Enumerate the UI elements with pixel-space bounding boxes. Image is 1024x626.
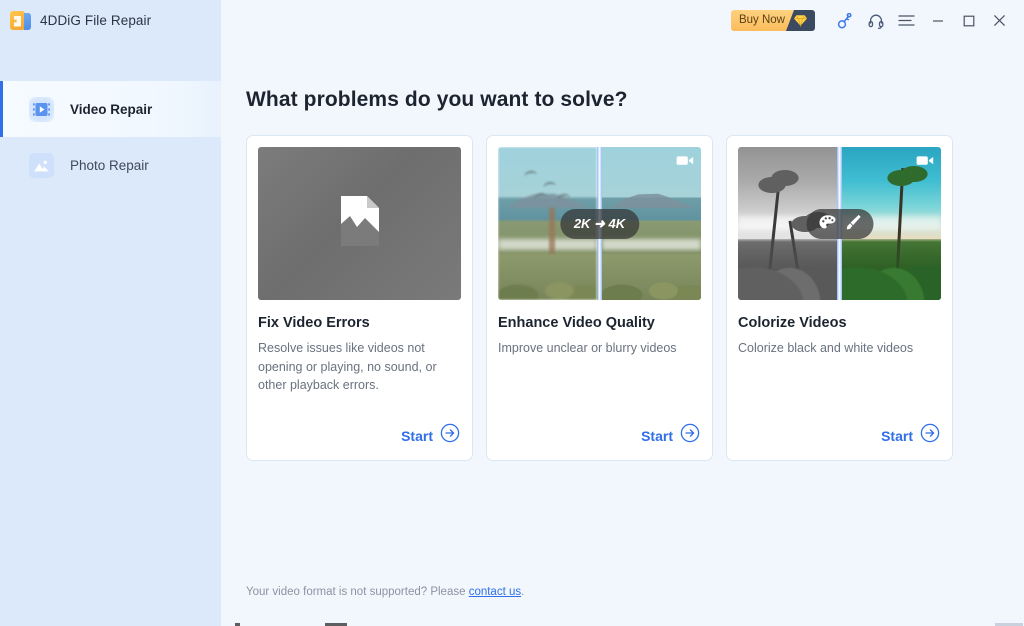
resolution-badge: 2K ➜ 4K: [559, 208, 640, 239]
contact-us-link[interactable]: contact us: [469, 586, 521, 598]
paintbrush-icon: [845, 214, 861, 234]
card-title: Colorize Videos: [738, 315, 847, 331]
arrow-right-circle-icon: [680, 423, 700, 448]
problem-cards: Fix Video Errors Resolve issues like vid…: [246, 135, 953, 461]
unsupported-format-period: .: [521, 586, 525, 598]
sidebar-nav: Video Repair Photo Repair: [0, 81, 221, 193]
card-description: Resolve issues like videos not opening o…: [258, 341, 437, 392]
corrupted-file-icon: [337, 194, 383, 253]
unsupported-format-text: Your video format is not supported? Plea…: [246, 586, 469, 598]
page-title: What problems do you want to solve?: [246, 88, 628, 111]
start-button[interactable]: Start: [641, 423, 700, 448]
buy-now-button[interactable]: Buy Now: [730, 10, 815, 31]
start-label: Start: [881, 427, 913, 444]
card-thumbnail: 2K ➜ 4K: [498, 147, 701, 300]
maximize-icon[interactable]: [953, 5, 984, 36]
hamburger-menu-icon[interactable]: [891, 5, 922, 36]
card-description: Colorize black and white videos: [738, 341, 914, 355]
start-label: Start: [641, 427, 673, 444]
sidebar: 4DDiG File Repair Video Repair Photo Rep…: [0, 0, 221, 626]
sidebar-item-label: Photo Repair: [70, 157, 149, 173]
palette-icon: [818, 214, 836, 234]
sidebar-item-video-repair[interactable]: Video Repair: [0, 81, 221, 137]
start-button[interactable]: Start: [401, 423, 460, 448]
photo-repair-icon: [29, 152, 54, 178]
app-title: 4DDiG File Repair: [40, 13, 152, 28]
main-content: Buy Now What problems do you want to sol…: [221, 0, 1024, 626]
card-enhance-video-quality[interactable]: 2K ➜ 4K Enhance Video Quality Improve un…: [486, 135, 713, 461]
colorize-badge: [806, 208, 873, 239]
sidebar-item-photo-repair[interactable]: Photo Repair: [0, 137, 221, 193]
titlebar-controls: Buy Now: [730, 0, 1024, 41]
card-fix-video-errors[interactable]: Fix Video Errors Resolve issues like vid…: [246, 135, 473, 461]
headset-icon[interactable]: [860, 5, 891, 36]
app-window: 4DDiG File Repair Video Repair Photo Rep…: [0, 0, 1024, 626]
card-thumbnail: [258, 147, 461, 300]
card-thumbnail: [738, 147, 941, 300]
start-button[interactable]: Start: [881, 423, 940, 448]
start-label: Start: [401, 427, 433, 444]
arrow-right-circle-icon: [920, 423, 940, 448]
video-camera-icon: [676, 154, 694, 172]
buy-now-label: Buy Now: [730, 10, 794, 31]
sidebar-item-label: Video Repair: [70, 101, 153, 117]
card-title: Fix Video Errors: [258, 315, 370, 331]
card-description: Improve unclear or blurry videos: [498, 341, 677, 355]
video-camera-icon: [916, 154, 934, 172]
video-repair-icon: [29, 96, 54, 122]
arrow-right-circle-icon: [440, 423, 460, 448]
minimize-icon[interactable]: [922, 5, 953, 36]
close-icon[interactable]: [984, 5, 1015, 36]
card-colorize-videos[interactable]: Colorize Videos Colorize black and white…: [726, 135, 953, 461]
key-icon[interactable]: [829, 5, 860, 36]
app-logo-icon: [10, 10, 31, 31]
resolution-badge-label: 2K ➜ 4K: [573, 215, 626, 231]
app-brand: 4DDiG File Repair: [0, 0, 221, 41]
unsupported-format-note: Your video format is not supported? Plea…: [246, 586, 524, 598]
taskbar-sliver: [0, 622, 1024, 626]
card-title: Enhance Video Quality: [498, 315, 655, 331]
